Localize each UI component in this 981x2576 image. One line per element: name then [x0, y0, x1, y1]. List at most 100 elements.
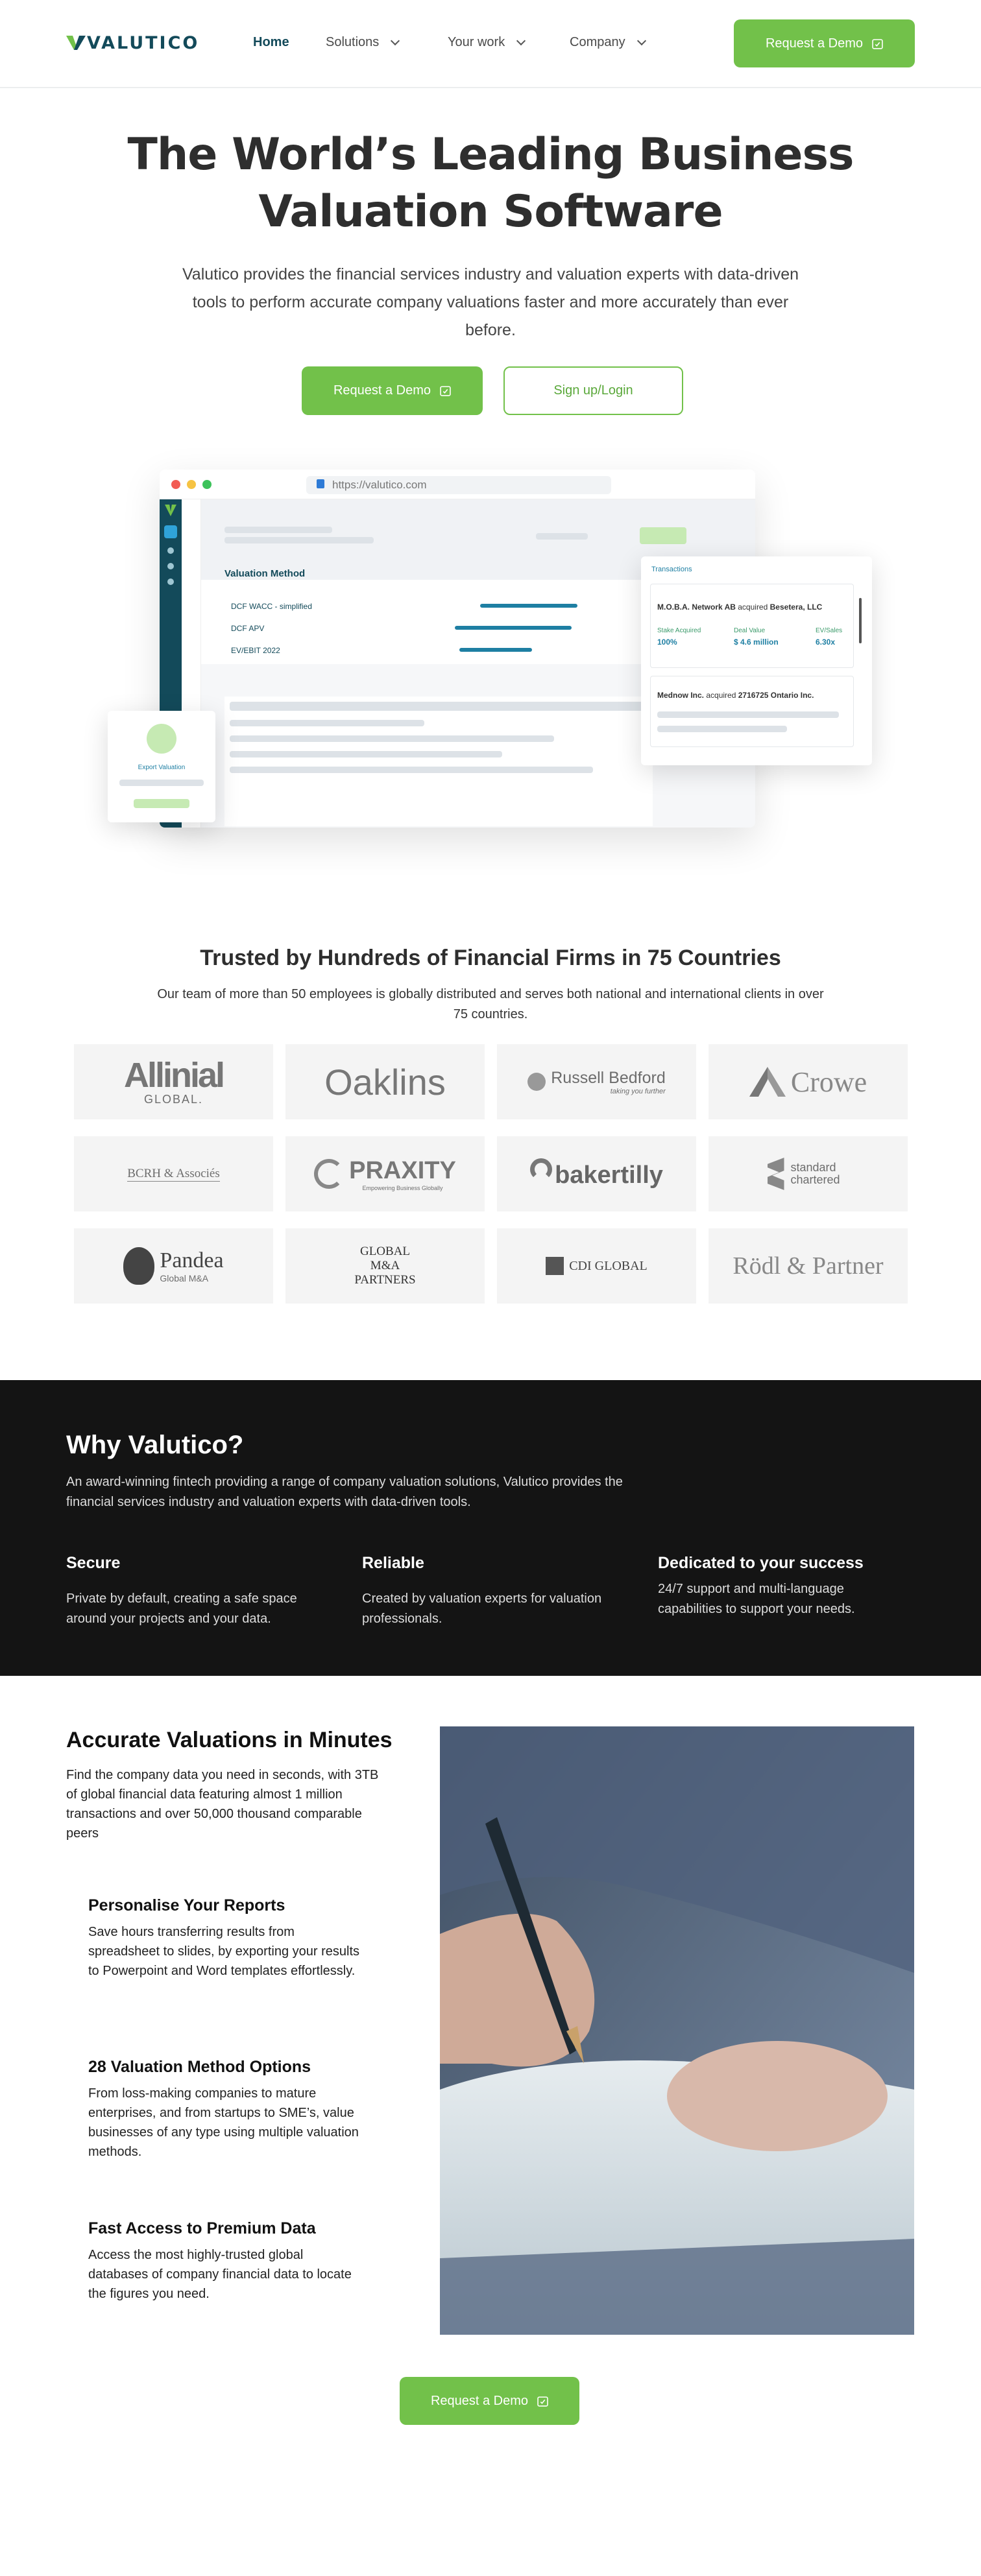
logo-bcrh: BCRH & Associés: [74, 1136, 273, 1211]
why-section: [0, 1380, 981, 1676]
mock-action-button: [640, 527, 686, 544]
accurate-title: Accurate Valuations in Minutes: [66, 1728, 393, 1752]
hero-title-line1: The World’s Leading Business: [127, 129, 854, 180]
why-text: An award-winning fintech providing a ran…: [66, 1475, 623, 1509]
deal-target: Besetera, LLC: [769, 602, 823, 612]
standard-chartered-mark-icon: [767, 1158, 784, 1190]
logo-pandea: Pandea Global M&A: [74, 1228, 273, 1304]
placeholder-line: [224, 527, 332, 533]
export-label: Export Valuation: [138, 764, 186, 771]
benefit-title: Fast Access to Premium Data: [88, 2219, 316, 2237]
hero-lead: Valutico provides the financial services…: [182, 265, 799, 339]
method-row: EV/EBIT 2022: [231, 646, 280, 655]
address-bar: https://valutico.com: [306, 476, 611, 494]
hero-title-line2: Valuation Software: [258, 186, 723, 237]
feature-title: Dedicated to your success: [658, 1554, 864, 1572]
deal-verb: acquired: [706, 691, 736, 700]
method-row: DCF APV: [231, 624, 265, 633]
window-maximize-dot: [202, 480, 212, 489]
lock-icon: [317, 479, 324, 488]
logo-tagline: GLOBAL.: [143, 1092, 204, 1106]
footer-request-demo-button[interactable]: Request a Demo: [400, 2377, 579, 2425]
accurate-text: Find the company data you need in second…: [66, 1768, 379, 1841]
stat-value: 100%: [657, 638, 677, 647]
benefit-title: 28 Valuation Method Options: [88, 2058, 311, 2076]
why-title: Why Valutico?: [66, 1431, 244, 1459]
feature-title: Secure: [66, 1554, 121, 1572]
range-bar: [459, 648, 532, 652]
calendar-check-icon: [440, 386, 451, 396]
logo-name: Rödl & Partner: [733, 1252, 884, 1280]
logo-name: standard chartered: [790, 1161, 840, 1186]
nav-company-label: Company: [570, 35, 625, 49]
signup-login-button[interactable]: Sign up/Login: [503, 366, 683, 415]
header-request-demo-button[interactable]: Request a Demo: [734, 19, 915, 67]
url-text: https://valutico.com: [332, 479, 427, 491]
nav-solutions[interactable]: Solutions: [326, 35, 400, 50]
feature-title: Reliable: [362, 1554, 424, 1572]
valutico-logo[interactable]: VALUTICO: [66, 32, 199, 53]
crowe-mark-icon: [749, 1067, 786, 1097]
logo-allinial: Allinial GLOBAL.: [74, 1044, 273, 1119]
site-header: VALUTICO Home Solutions Your work Compan…: [0, 0, 981, 88]
export-panel: Export Valuation: [108, 711, 215, 822]
hero-request-demo-button[interactable]: Request a Demo: [302, 366, 483, 415]
russell-bedford-mark-icon: [527, 1073, 546, 1091]
deal-acquirer: M.O.B.A. Network AB: [657, 602, 736, 612]
logo-standard-chartered: standard chartered: [708, 1136, 908, 1211]
transactions-title: Transactions: [651, 566, 692, 573]
placeholder-line: [230, 767, 593, 773]
bakertilly-mark-icon: [530, 1158, 553, 1180]
logo-bakertilly: bakertilly: [497, 1136, 696, 1211]
window-minimize-dot: [187, 480, 196, 489]
deal-target: 2716725 Ontario Inc.: [738, 691, 814, 700]
logo-name: GLOBAL M&A PARTNERS: [354, 1245, 416, 1287]
logo-v-icon: [66, 36, 86, 50]
button-label: Request a Demo: [333, 383, 431, 398]
logo-name: Crowe: [790, 1066, 867, 1098]
placeholder-line: [230, 720, 424, 726]
balloon-icon: [123, 1247, 155, 1285]
logo-name: Russell Bedford: [551, 1068, 666, 1087]
stat-label: EV/Sales: [816, 627, 843, 634]
nav-company[interactable]: Company: [570, 35, 646, 50]
stat-value: 6.30x: [816, 638, 836, 647]
placeholder-line: [224, 537, 374, 543]
data-table: [224, 697, 653, 826]
transactions-panel: Transactions M.O.B.A. Network AB acquire…: [641, 556, 872, 765]
benefit-desc: From loss-making companies to mature ent…: [88, 2086, 359, 2159]
signing-document-photo: [440, 1726, 914, 2335]
trusted-title: Trusted by Hundreds of Financial Firms i…: [200, 946, 781, 970]
scrollbar[interactable]: [859, 598, 862, 643]
placeholder-line: [536, 533, 588, 540]
nav-home[interactable]: Home: [253, 35, 289, 50]
logo-name: Oaklins: [324, 1061, 446, 1103]
logo-praxity: PRAXITY Empowering Business Globally: [285, 1136, 485, 1211]
placeholder-line: [230, 735, 554, 742]
nav-your-work-label: Your work: [448, 35, 505, 49]
export-button: [134, 799, 189, 808]
logo-tagline: Global M&A: [160, 1273, 209, 1283]
nav-icon: [164, 525, 177, 538]
stat-value: $ 4.6 million: [734, 638, 779, 647]
nav-your-work[interactable]: Your work: [448, 35, 526, 50]
window-close-dot: [171, 480, 180, 489]
client-logos-grid: Allinial GLOBAL. Oaklins Russell Bedford t…: [74, 1044, 908, 1304]
logo-rodl-partner: Rödl & Partner: [708, 1228, 908, 1304]
praxity-mark-icon: [314, 1159, 345, 1189]
logo-name: BCRH & Associés: [127, 1166, 220, 1182]
benefit-desc: Access the most highly-trusted global da…: [88, 2248, 352, 2301]
nav-solutions-label: Solutions: [326, 35, 380, 49]
stat-label: Deal Value: [734, 627, 766, 634]
trusted-subtitle: Our team of more than 50 employees is gl…: [157, 987, 824, 1021]
range-bar: [480, 604, 577, 608]
nav-home-label: Home: [253, 35, 289, 49]
logo-russell-bedford: Russell Bedford taking you further: [497, 1044, 696, 1119]
button-label: Sign up/Login: [553, 383, 633, 398]
button-label: Request a Demo: [765, 36, 864, 51]
benefit-desc: Save hours transferring results from spr…: [88, 1925, 359, 1978]
stat-label: Stake Acquired: [657, 627, 701, 634]
method-row: DCF WACC - simplified: [231, 602, 312, 611]
placeholder-line: [119, 780, 204, 786]
logo-name: Pandea: [160, 1248, 224, 1272]
